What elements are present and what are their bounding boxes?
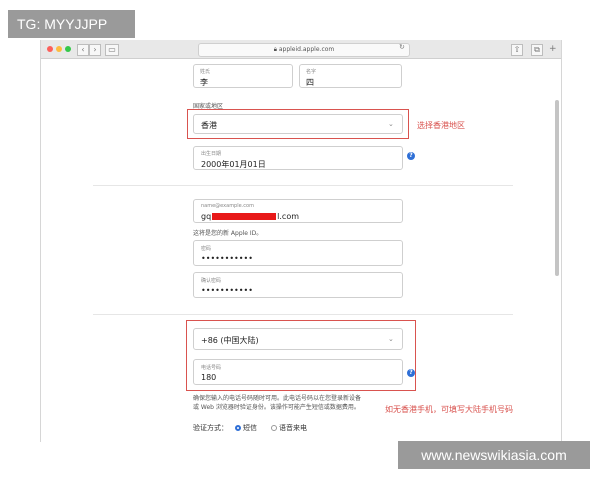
birthday-value: 2000年01月01日 [201,160,266,169]
email-value: gq l.com [201,212,299,221]
email-redaction [212,213,277,220]
address-bar[interactable]: 🔒︎ appleid.apple.com [198,43,410,57]
last-name-value: 李 [200,78,208,87]
reload-icon[interactable]: ↻ [399,43,405,51]
password-value: ••••••••••• [201,254,253,263]
sidebar-icon[interactable]: ▭ [105,44,119,56]
phone-info-icon[interactable]: ? [407,369,415,377]
tabs-icon[interactable]: ⧉ [531,44,543,56]
region-select[interactable]: 香港 ⌄ [193,114,403,134]
first-name-field[interactable]: 名字 四 [299,64,402,88]
last-name-label: 姓氏 [200,69,211,75]
password-field[interactable]: 密码 ••••••••••• [193,240,403,266]
last-name-field[interactable]: 姓氏 李 [193,64,293,88]
browser-window: ‹ › ▭ 🔒︎ appleid.apple.com ↻ ⇧ ⧉ + 姓氏 李 … [40,40,562,442]
verify-call-label: 语音来电 [279,424,307,432]
page-content: 姓氏 李 名字 四 国家或地区 香港 ⌄ 选择香港地区 出生日期 2000年01… [41,59,561,442]
password-label: 密码 [201,246,212,252]
verify-sms-radio[interactable] [235,425,241,431]
phone-note-line-2: 或 Web 浏览器时验证身份。该操作可能产生短信或数据费用。 [193,404,360,411]
confirm-password-field[interactable]: 确认密码 ••••••••••• [193,272,403,298]
forward-button[interactable]: › [89,44,101,56]
email-field[interactable]: name@example.com gq l.com [193,199,403,223]
chevron-down-icon: ⌄ [388,120,394,128]
phone-label: 电话号码 [201,365,222,371]
confirm-password-label: 确认密码 [201,278,222,284]
watermark-top-left: TG: MYYJJPP [8,10,135,38]
first-name-value: 四 [306,78,314,87]
watermark-bottom-right: www.newswikiasia.com [398,441,590,469]
zoom-window-icon[interactable] [65,46,71,52]
phone-country-select[interactable]: +86 (中国大陆) ⌄ [193,328,403,350]
phone-country-value: +86 (中国大陆) [201,336,259,345]
email-prefix: gq [201,212,212,221]
region-value: 香港 [201,121,217,130]
verify-sms-label: 短信 [243,424,257,432]
back-button[interactable]: ‹ [77,44,89,56]
chevron-down-icon: ⌄ [388,335,394,343]
phone-field[interactable]: 电话号码 180 [193,359,403,385]
share-icon[interactable]: ⇧ [511,44,523,56]
section-divider [93,185,513,186]
email-suffix: l.com [277,212,300,221]
email-label: name@example.com [201,203,254,209]
page-scrollbar[interactable] [555,100,559,276]
url-text: appleid.apple.com [278,46,335,53]
birthday-info-icon[interactable]: ? [407,152,415,160]
browser-toolbar: ‹ › ▭ 🔒︎ appleid.apple.com ↻ ⇧ ⧉ + [41,40,561,59]
apple-id-hint: 这将是您的新 Apple ID。 [193,230,263,237]
birthday-field[interactable]: 出生日期 2000年01月01日 [193,146,403,170]
verify-call-radio[interactable] [271,425,277,431]
region-annotation: 选择香港地区 [417,121,465,130]
confirm-password-value: ••••••••••• [201,286,253,295]
section-divider [93,314,513,315]
verify-method-label: 验证方式： [193,424,228,432]
minimize-window-icon[interactable] [56,46,62,52]
new-tab-icon[interactable]: + [549,44,557,54]
close-window-icon[interactable] [47,46,53,52]
first-name-label: 名字 [306,69,317,75]
phone-note-line-1: 确保您输入的电话号码随时可用。此电话号码以在您登录新设备 [193,395,362,402]
birthday-label: 出生日期 [201,151,222,157]
lock-icon: 🔒︎ [273,46,277,53]
phone-annotation: 如无香港手机，可填写大陆手机号码 [385,405,513,414]
phone-value: 180 [201,373,217,382]
